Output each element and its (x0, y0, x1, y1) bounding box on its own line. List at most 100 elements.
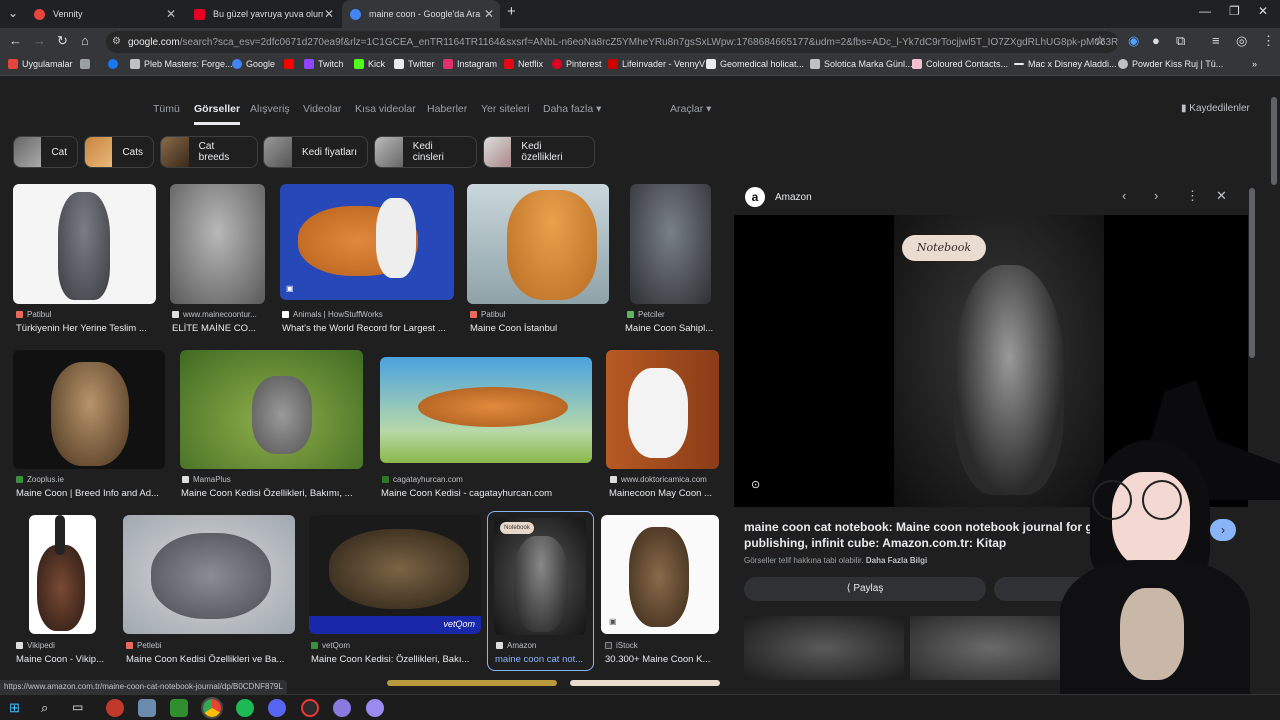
panel-scrollbar[interactable] (1249, 188, 1255, 358)
close-panel-icon[interactable]: ✕ (1216, 188, 1227, 204)
reload-icon[interactable]: ↻ (57, 33, 68, 49)
forward-icon[interactable]: → (33, 33, 46, 48)
result-caption[interactable]: ELİTE MAİNE CO... (172, 323, 264, 334)
lens-icon[interactable]: ⊙ (751, 478, 760, 491)
tools-button[interactable]: Araçlar ▾ (670, 103, 711, 115)
minimize-icon[interactable]: — (1199, 4, 1211, 18)
menu-dots-icon[interactable]: ⋮ (1262, 33, 1275, 49)
bookmark-youtube[interactable] (284, 59, 298, 69)
result-image[interactable] (380, 357, 592, 463)
bookmark-coloured-contacts[interactable]: Coloured Contacts... (912, 59, 1008, 69)
bookmark-geomedical[interactable]: Geomedical holicat... (706, 59, 804, 69)
spotify-icon[interactable] (236, 699, 254, 717)
obs-icon[interactable] (301, 699, 319, 717)
related-image[interactable] (910, 616, 1070, 680)
bookmark-lifeinvader[interactable]: Lifeinvader - VennyV (608, 59, 705, 69)
result-image[interactable] (123, 515, 295, 634)
extension-icon[interactable]: ● (1152, 33, 1160, 48)
tab-shopping[interactable]: Alışveriş (250, 103, 290, 115)
result-caption[interactable]: Maine Coon Kedisi Özellikleri ve Ba... (126, 654, 294, 665)
result-caption[interactable]: Maine Coon Kedisi Özellikleri, Bakımı, .… (181, 488, 361, 499)
result-image[interactable] (180, 350, 363, 469)
extension-icon[interactable]: ◉ (1128, 33, 1139, 49)
result-image[interactable] (13, 184, 156, 304)
next-icon[interactable]: › (1154, 188, 1158, 203)
result-image[interactable] (170, 184, 265, 304)
chip-cat-prices[interactable]: Kedi fiyatları (263, 136, 368, 168)
close-tab-icon[interactable]: ✕ (484, 7, 494, 21)
chip-cats[interactable]: Cats (84, 136, 154, 168)
preview-image[interactable]: Notebook (894, 215, 1104, 507)
share-button[interactable]: ⟨ Paylaş (744, 577, 986, 601)
saved-button[interactable]: ▮ Kaydedilenler (1181, 103, 1250, 114)
panel-source[interactable]: Amazon (775, 192, 812, 203)
result-image[interactable] (570, 680, 720, 686)
result-caption[interactable]: Maine Coon - Vikip... (16, 654, 108, 665)
discord-icon[interactable] (268, 699, 286, 717)
bookmark-facebook[interactable] (108, 59, 122, 69)
result-caption[interactable]: Mainecoon May Coon ... (609, 488, 719, 499)
result-caption[interactable]: maine coon cat not... (495, 654, 585, 665)
profile-icon[interactable]: ◎ (1236, 33, 1247, 49)
window-close-icon[interactable]: ✕ (1258, 4, 1268, 18)
chip-cat-breeds-tr[interactable]: Kedi cinsleri (374, 136, 477, 168)
bookmark-pleb[interactable]: Pleb Masters: Forge... (130, 59, 233, 69)
tab-all[interactable]: Tümü (153, 103, 180, 115)
search-icon[interactable]: ⌕ (41, 700, 48, 716)
tab-short-videos[interactable]: Kısa videolar (355, 103, 416, 115)
bookmark-twitter[interactable]: Twitter (394, 59, 435, 69)
panel-title[interactable]: maine coon cat notebook: Maine coon note… (744, 519, 1104, 551)
related-image[interactable] (744, 616, 904, 680)
bookmark-netflix[interactable]: Netflix (504, 59, 543, 69)
home-icon[interactable]: ⌂ (81, 33, 89, 48)
result-image[interactable] (606, 350, 719, 469)
visit-button[interactable]: › (1210, 519, 1236, 541)
result-caption[interactable]: Türkiyenin Her Yerine Teslim ... (16, 323, 156, 334)
address-bar[interactable]: ⚙ google.com/search?sca_esv=2dfc0671d270… (106, 31, 1118, 53)
result-image[interactable]: Notebook (494, 518, 586, 635)
tab-more[interactable]: Daha fazla ▾ (543, 103, 601, 115)
chip-cat-features[interactable]: Kedi özellikleri (483, 136, 595, 168)
windows-start-icon[interactable]: ⊞ (9, 700, 20, 716)
tab-images[interactable]: Görseller (194, 103, 241, 125)
bookmark-mac-disney[interactable]: Mac x Disney Aladdi... (1014, 59, 1117, 69)
close-tab-icon[interactable]: ✕ (166, 7, 176, 21)
task-view-icon[interactable]: ▭ (72, 700, 83, 714)
chip-cat[interactable]: Cat (13, 136, 78, 168)
result-image[interactable]: vetQom (309, 515, 481, 634)
result-caption[interactable]: Maine Coon Kedisi - cagatayhurcan.com (381, 488, 591, 499)
more-options-icon[interactable]: ⋮ (1186, 188, 1199, 204)
taskbar-app-icon[interactable] (366, 699, 384, 717)
bookmark-solotica[interactable]: Solotica Marka Günl... (810, 59, 913, 69)
bookmark-powder-kiss[interactable]: Powder Kiss Ruj | Tü... (1118, 59, 1223, 69)
bookmark-grid[interactable] (80, 59, 94, 69)
more-bookmarks-icon[interactable]: » (1252, 59, 1257, 69)
taskbar-app-icon[interactable] (333, 699, 351, 717)
bookmark-pinterest[interactable]: Pinterest (552, 59, 602, 69)
extensions-puzzle-icon[interactable]: ⧉ (1176, 33, 1185, 49)
more-info-link[interactable]: Daha Fazla Bilgi (866, 556, 927, 565)
tab-search-chevron-icon[interactable]: ⌄ (8, 6, 18, 20)
taskbar-app-icon[interactable] (138, 699, 156, 717)
media-icon[interactable]: ≡ (1212, 33, 1220, 48)
tab-pinterest[interactable]: Bu güzel yavruya yuva olurmus ✕ (186, 2, 340, 26)
new-tab-icon[interactable]: + (507, 3, 516, 20)
save-button[interactable] (994, 577, 1236, 601)
result-image[interactable]: ▣ (601, 515, 719, 634)
result-caption[interactable]: Maine Coon | Breed Info and Ad... (16, 488, 164, 499)
result-caption[interactable]: 30.300+ Maine Coon K... (605, 654, 717, 665)
tab-google-search[interactable]: maine coon - Google'da Ara ✕ (342, 0, 500, 28)
result-image[interactable] (387, 680, 557, 686)
result-caption[interactable]: Maine Coon İstanbul (470, 323, 610, 334)
bookmark-twitch[interactable]: Twitch (304, 59, 344, 69)
result-caption[interactable]: Maine Coon Kedisi: Özellikleri, Bakı... (311, 654, 479, 665)
chrome-icon[interactable] (201, 697, 223, 719)
result-image[interactable] (29, 515, 96, 634)
page-scrollbar[interactable] (1271, 97, 1277, 185)
previous-icon[interactable]: ‹ (1122, 188, 1126, 203)
result-image[interactable] (13, 350, 165, 469)
result-image[interactable] (630, 184, 711, 304)
xbox-icon[interactable] (170, 699, 188, 717)
back-icon[interactable]: ← (9, 33, 22, 48)
site-info-icon[interactable]: ⚙ (112, 36, 121, 47)
